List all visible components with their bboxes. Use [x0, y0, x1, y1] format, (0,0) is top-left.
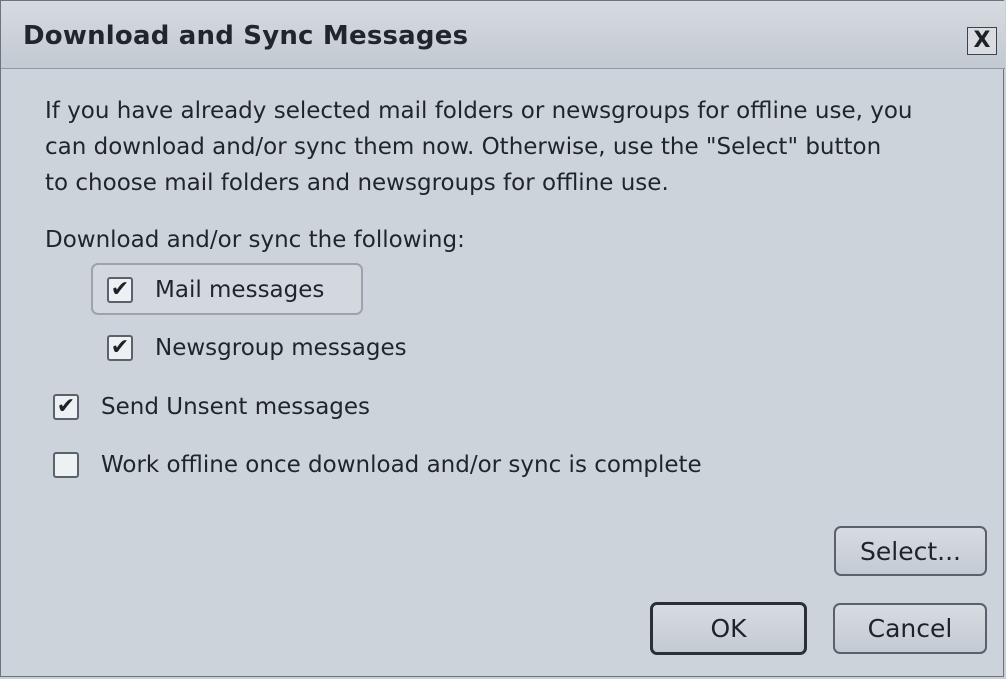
intro-line-3: to choose mail folders and newsgroups fo…	[45, 170, 669, 196]
newsgroup-messages-option[interactable]: ✔ Newsgroup messages	[107, 335, 407, 361]
mail-messages-option[interactable]: ✔ Mail messages	[107, 277, 324, 303]
section-label: Download and/or sync the following:	[45, 227, 465, 253]
download-sync-dialog: Download and Sync Messages X If you have…	[0, 0, 1005, 677]
dialog-title: Download and Sync Messages	[23, 21, 469, 51]
intro-line-1: If you have already selected mail folder…	[45, 98, 913, 124]
newsgroup-messages-checkbox[interactable]: ✔	[107, 335, 133, 361]
intro-line-2: can download and/or sync them now. Other…	[45, 134, 882, 160]
send-unsent-label: Send Unsent messages	[101, 394, 371, 420]
send-unsent-option[interactable]: ✔ Send Unsent messages	[53, 394, 370, 420]
work-offline-option[interactable]: Work offline once download and/or sync i…	[53, 452, 702, 478]
newsgroup-messages-label: Newsgroup messages	[155, 335, 407, 361]
close-icon[interactable]: X	[967, 27, 997, 55]
work-offline-label: Work offline once download and/or sync i…	[101, 452, 702, 478]
cancel-button[interactable]: Cancel	[833, 603, 987, 654]
ok-button[interactable]: OK	[650, 602, 807, 655]
work-offline-checkbox[interactable]	[53, 452, 79, 478]
intro-text: If you have already selected mail folder…	[45, 93, 985, 201]
title-bar[interactable]: Download and Sync Messages X	[1, 1, 1005, 69]
mail-messages-checkbox[interactable]: ✔	[107, 277, 133, 303]
mail-messages-label: Mail messages	[155, 277, 325, 303]
select-button[interactable]: Select...	[834, 526, 987, 576]
send-unsent-checkbox[interactable]: ✔	[53, 394, 79, 420]
